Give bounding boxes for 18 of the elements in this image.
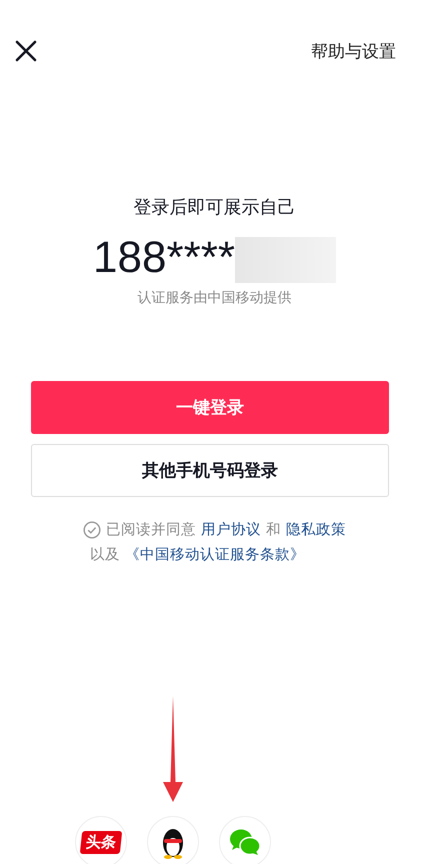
- agreement-text: 以及: [90, 546, 120, 564]
- carrier-note: 认证服务由中国移动提供: [136, 289, 292, 307]
- close-icon[interactable]: [14, 39, 38, 63]
- agreement-link[interactable]: 隐私政策: [286, 520, 346, 539]
- other-number-login-button[interactable]: 其他手机号码登录: [31, 444, 389, 497]
- help-settings-link[interactable]: 帮助与设置: [311, 40, 396, 62]
- phone-number: 188****: [93, 233, 235, 283]
- toutiao-login-button[interactable]: 头条: [75, 816, 127, 864]
- chat-bubbles-icon: [230, 830, 261, 856]
- checkbox-icon[interactable]: [83, 520, 101, 538]
- penguin-login-button[interactable]: [147, 816, 199, 864]
- agreement-text: 和: [266, 521, 281, 539]
- agreement-link[interactable]: 《中国移动认证服务条款》: [125, 545, 305, 564]
- agreement-text: 已阅读并同意: [106, 521, 196, 539]
- agreement-link[interactable]: 用户协议: [201, 520, 261, 539]
- penguin-icon: [163, 829, 183, 859]
- one-tap-login-button[interactable]: 一键登录: [31, 381, 389, 434]
- login-prompt: 登录后即可展示自己: [132, 196, 296, 219]
